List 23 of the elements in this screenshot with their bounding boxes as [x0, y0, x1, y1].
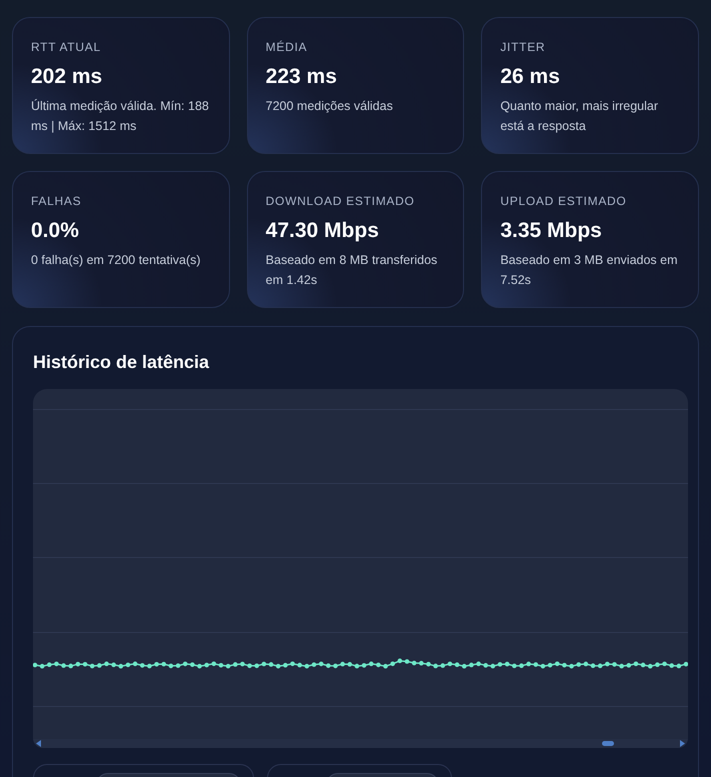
stat-detail: Baseado em 3 MB enviados em 7.52s: [500, 252, 679, 289]
stat-value: 26 ms: [500, 64, 561, 90]
stat-value: 223 ms: [266, 64, 338, 90]
stat-label: RTT ATUAL: [31, 39, 102, 56]
scroll-right-icon[interactable]: [680, 740, 685, 747]
stat-value: 3.35 Mbps: [500, 218, 603, 244]
history-title: Histórico de latência: [33, 351, 210, 374]
stat-detail: 7200 medições válidas: [266, 98, 394, 115]
stat-label: MÉDIA: [266, 39, 308, 56]
stat-detail: Baseado em 8 MB transferidos em 1.42s: [266, 252, 438, 289]
stat-detail: 0 falha(s) em 7200 tentativa(s): [31, 252, 202, 269]
stat-label: FALHAS: [31, 193, 82, 210]
stat-label: JITTER: [500, 39, 546, 56]
stat-value: 202 ms: [31, 64, 104, 90]
stat-value: 0.0%: [31, 218, 80, 244]
stat-label: DOWNLOAD ESTIMADO: [266, 193, 416, 210]
stat-label: UPLOAD ESTIMADO: [500, 193, 628, 210]
horizontal-scrollbar[interactable]: [33, 739, 688, 748]
scroll-left-icon[interactable]: [36, 740, 41, 747]
stat-detail: Quanto maior, mais irregular está a resposta: [500, 98, 660, 135]
scrollbar-thumb[interactable]: [602, 741, 614, 746]
stat-detail: Última medição válida. Mín: 188 ms | Máx: 1512 ms: [31, 98, 210, 135]
stat-value: 47.30 Mbps: [266, 218, 380, 244]
